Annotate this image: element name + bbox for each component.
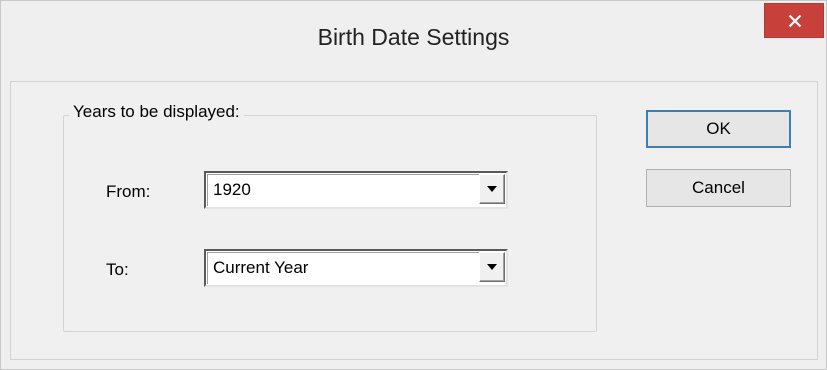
title-bar[interactable]: Birth Date Settings bbox=[2, 2, 825, 82]
ok-button[interactable]: OK bbox=[646, 110, 791, 148]
to-year-value: Current Year bbox=[213, 258, 309, 277]
from-year-select[interactable]: 1920 bbox=[204, 171, 508, 209]
from-label: From: bbox=[106, 182, 151, 201]
from-year-value: 1920 bbox=[213, 180, 251, 199]
from-year-select-field bbox=[207, 174, 505, 206]
dropdown-arrow-icon bbox=[487, 264, 497, 270]
dialog-client-area: Years to be displayed: From: 1920 To: Cu… bbox=[10, 81, 818, 360]
close-icon bbox=[788, 14, 802, 28]
dialog-title: Birth Date Settings bbox=[317, 24, 510, 50]
to-year-select[interactable]: Current Year bbox=[204, 249, 508, 287]
years-group-box bbox=[63, 115, 597, 332]
to-dropdown-button[interactable] bbox=[479, 252, 505, 282]
close-button[interactable] bbox=[764, 3, 824, 38]
years-group-label: Years to be displayed: bbox=[69, 102, 244, 122]
cancel-button[interactable]: Cancel bbox=[646, 169, 791, 207]
birth-date-settings-dialog: Birth Date Settings Years to be displaye… bbox=[0, 0, 827, 370]
from-dropdown-button[interactable] bbox=[479, 174, 505, 204]
dropdown-arrow-icon bbox=[487, 186, 497, 192]
to-label: To: bbox=[106, 260, 129, 279]
